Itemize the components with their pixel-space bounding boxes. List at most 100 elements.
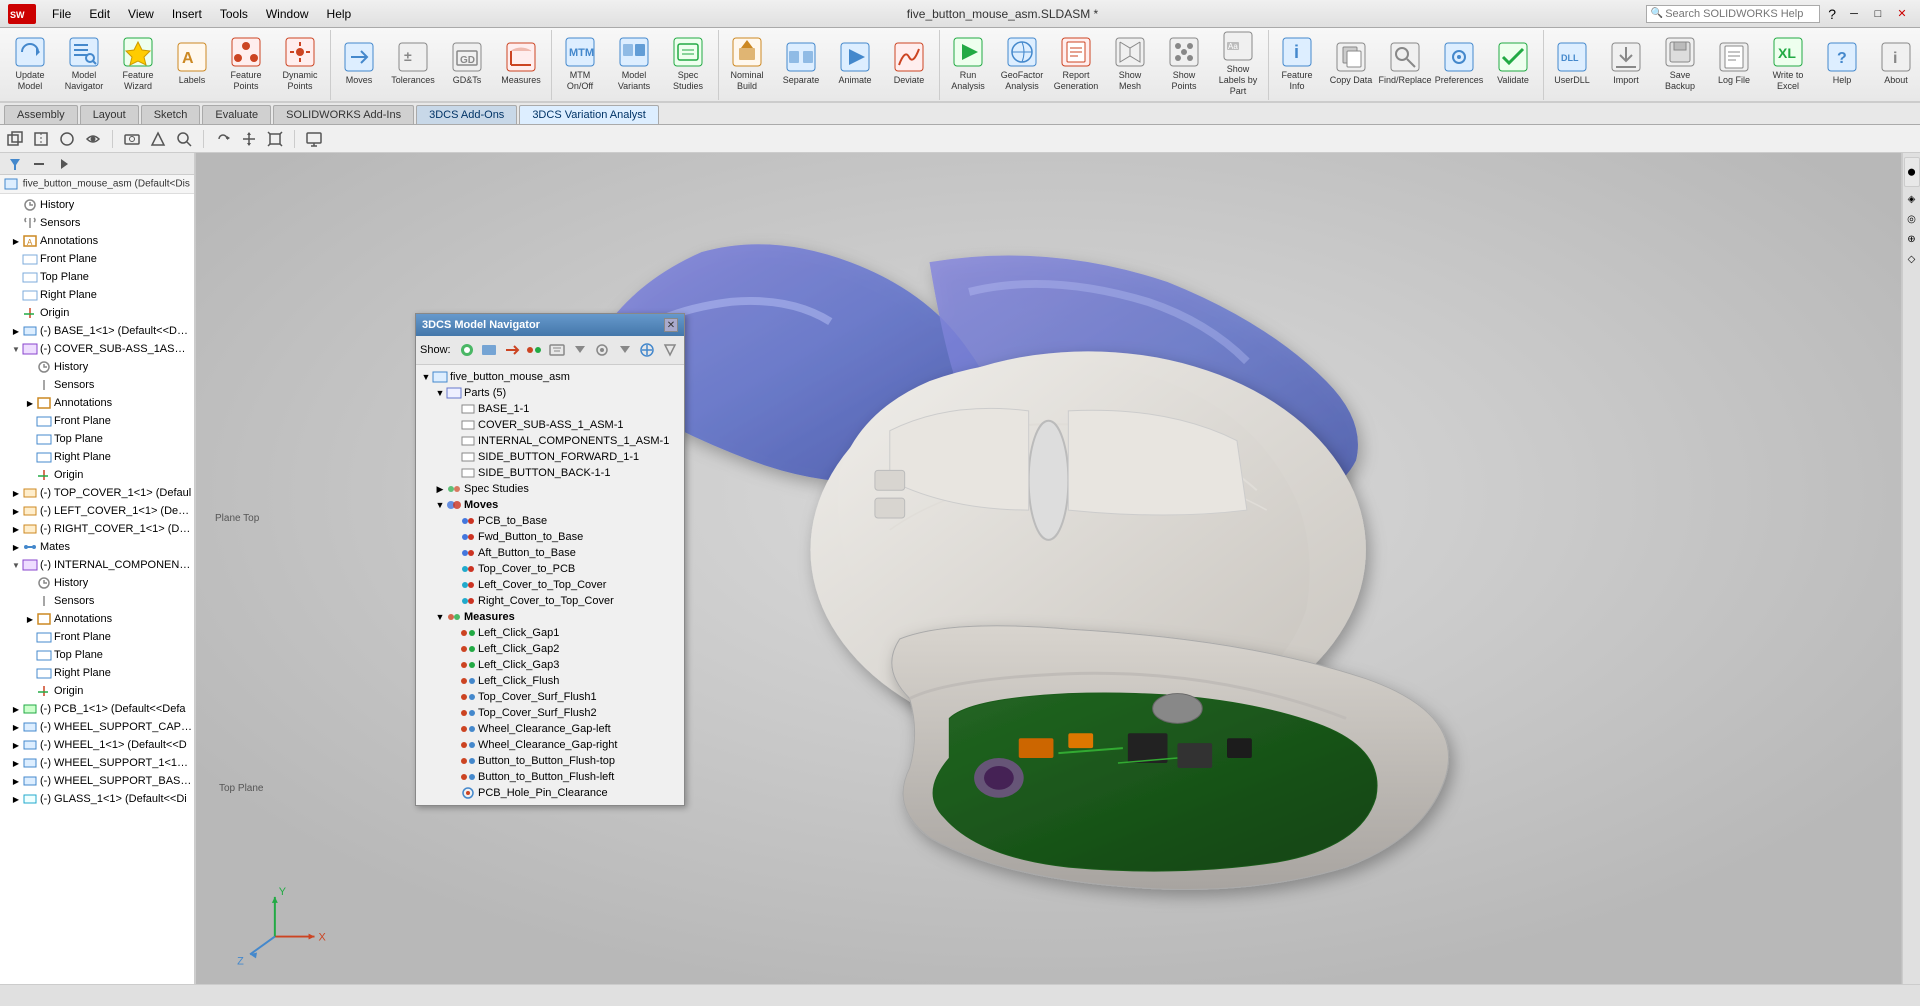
import-button[interactable]: Import — [1600, 30, 1652, 98]
tab-3dcs-addons[interactable]: 3DCS Add-Ons — [416, 105, 517, 124]
menu-file[interactable]: File — [44, 5, 79, 23]
nav-part-side-back[interactable]: SIDE_BUTTON_BACK-1-1 — [420, 465, 680, 481]
geofactor-button[interactable]: GeoFactor Analysis — [996, 30, 1048, 98]
nav-collapse-btn[interactable] — [569, 339, 590, 361]
mtm-button[interactable]: MTM MTM On/Off — [554, 30, 606, 98]
right-panel-btn2[interactable]: ◈ — [1904, 191, 1920, 207]
tree-item-cover-history[interactable]: History — [2, 358, 192, 376]
tree-item-right-plane[interactable]: Right Plane — [2, 286, 192, 304]
tab-evaluate[interactable]: Evaluate — [202, 105, 271, 124]
tree-item-ic-front-plane[interactable]: Front Plane — [2, 628, 192, 646]
view-rotate-button[interactable] — [212, 128, 234, 150]
view-pan-button[interactable] — [238, 128, 260, 150]
log-file-button[interactable]: Log File — [1708, 30, 1760, 98]
tree-item-wheel-support-cap[interactable]: ▶ (-) WHEEL_SUPPORT_CAP_1< — [2, 718, 192, 736]
nav-move-right-cover[interactable]: Right_Cover_to_Top_Cover — [420, 593, 680, 609]
tree-item-ic-top-plane[interactable]: Top Plane — [2, 646, 192, 664]
tree-item-sensors[interactable]: Sensors — [2, 214, 192, 232]
tree-item-ic-annotations[interactable]: ▶ Annotations — [2, 610, 192, 628]
tree-item-top-cover[interactable]: ▶ (-) TOP_COVER_1<1> (Defaul — [2, 484, 192, 502]
right-panel-btn1[interactable]: ⬤ — [1904, 157, 1920, 187]
show-labels-by-part-button[interactable]: Aa Show Labels by Part — [1212, 30, 1264, 98]
nav-measure-wheel-gap-left[interactable]: Wheel_Clearance_Gap-left — [420, 721, 680, 737]
userdll-button[interactable]: DLL UserDLL — [1546, 30, 1598, 98]
nav-show-parts-btn[interactable] — [479, 339, 500, 361]
left-panel-arrow[interactable] — [52, 153, 74, 175]
nominal-build-button[interactable]: Nominal Build — [721, 30, 773, 98]
tree-item-ic-right-plane[interactable]: Right Plane — [2, 664, 192, 682]
view-zoom-button[interactable] — [173, 128, 195, 150]
nav-measure-gap2[interactable]: Left_Click_Gap2 — [420, 641, 680, 657]
right-panel-btn3[interactable]: ◎ — [1904, 211, 1920, 227]
tab-3dcs-variation[interactable]: 3DCS Variation Analyst — [519, 105, 659, 124]
tree-item-internal-components[interactable]: ▼ (-) INTERNAL_COMPONENTS_1_A — [2, 556, 192, 574]
nav-filter-btn[interactable] — [547, 339, 568, 361]
show-points-button[interactable]: Show Points — [1158, 30, 1210, 98]
nav-part-side-fwd[interactable]: SIDE_BUTTON_FORWARD_1-1 — [420, 449, 680, 465]
tab-assembly[interactable]: Assembly — [4, 105, 78, 124]
separate-button[interactable]: Separate — [775, 30, 827, 98]
view-orientation-button[interactable] — [4, 128, 26, 150]
spec-studies-button[interactable]: Spec Studies — [662, 30, 714, 98]
navigator-close-button[interactable]: ✕ — [664, 318, 678, 332]
preferences-button[interactable]: Preferences — [1433, 30, 1485, 98]
nav-measure-surf-flush1[interactable]: Top_Cover_Surf_Flush1 — [420, 689, 680, 705]
nav-part-base[interactable]: BASE_1-1 — [420, 401, 680, 417]
view-section-button[interactable] — [30, 128, 52, 150]
tab-sketch[interactable]: Sketch — [141, 105, 201, 124]
tree-item-cover-top-plane[interactable]: Top Plane — [2, 430, 192, 448]
menu-window[interactable]: Window — [258, 5, 317, 23]
save-backup-button[interactable]: Save Backup — [1654, 30, 1706, 98]
nav-measure-gap3[interactable]: Left_Click_Gap3 — [420, 657, 680, 673]
tree-item-pcb[interactable]: ▶ (-) PCB_1<1> (Default<<Defa — [2, 700, 192, 718]
tree-item-right-cover[interactable]: ▶ (-) RIGHT_COVER_1<1> (Defa — [2, 520, 192, 538]
write-to-excel-button[interactable]: XL Write to Excel — [1762, 30, 1814, 98]
tree-item-wheel-support[interactable]: ▶ (-) WHEEL_SUPPORT_1<1> (E — [2, 754, 192, 772]
deviate-button[interactable]: Deviate — [883, 30, 935, 98]
help-icon[interactable]: ? — [1828, 6, 1836, 22]
gdts-button[interactable]: GD GD&Ts — [441, 30, 493, 98]
nav-root[interactable]: ▼ five_button_mouse_asm — [420, 369, 680, 385]
nav-measure-flush[interactable]: Left_Click_Flush — [420, 673, 680, 689]
tree-item-left-cover[interactable]: ▶ (-) LEFT_COVER_1<1> (Defau — [2, 502, 192, 520]
tree-item-history[interactable]: History — [2, 196, 192, 214]
report-generation-button[interactable]: Report Generation — [1050, 30, 1102, 98]
copy-data-button[interactable]: Copy Data — [1325, 30, 1377, 98]
nav-icon8[interactable] — [637, 339, 658, 361]
tree-item-base[interactable]: ▶ (-) BASE_1<1> (Default<<Default — [2, 322, 192, 340]
nav-parts-section[interactable]: ▼ Parts (5) — [420, 385, 680, 401]
search-input[interactable] — [1665, 8, 1815, 20]
nav-measures-section[interactable]: ▼ Measures — [420, 609, 680, 625]
menu-view[interactable]: View — [120, 5, 162, 23]
tree-item-cover-right-plane[interactable]: Right Plane — [2, 448, 192, 466]
help-button[interactable]: ? Help — [1816, 30, 1868, 98]
tree-item-glass[interactable]: ▶ (-) GLASS_1<1> (Default<<Di — [2, 790, 192, 808]
right-panel-btn4[interactable]: ⊕ — [1904, 231, 1920, 247]
animate-button[interactable]: Animate — [829, 30, 881, 98]
about-button[interactable]: i About — [1870, 30, 1920, 98]
nav-spec-studies[interactable]: ▶ Spec Studies — [420, 481, 680, 497]
nav-measure-wheel-gap-right[interactable]: Wheel_Clearance_Gap-right — [420, 737, 680, 753]
nav-measure-gap1[interactable]: Left_Click_Gap1 — [420, 625, 680, 641]
measures-button[interactable]: Measures — [495, 30, 547, 98]
filter-button[interactable] — [4, 153, 26, 175]
tree-item-cover-sensors[interactable]: Sensors — [2, 376, 192, 394]
tree-item-annotations[interactable]: ▶ A Annotations — [2, 232, 192, 250]
model-variants-button[interactable]: Model Variants — [608, 30, 660, 98]
nav-measure-btn-flush-top[interactable]: Button_to_Button_Flush-top — [420, 753, 680, 769]
nav-measure-surf-flush2[interactable]: Top_Cover_Surf_Flush2 — [420, 705, 680, 721]
labels-button[interactable]: A Labels — [166, 30, 218, 98]
menu-tools[interactable]: Tools — [212, 5, 256, 23]
nav-show-measures-btn[interactable] — [524, 339, 545, 361]
nav-move-left-cover[interactable]: Left_Cover_to_Top_Cover — [420, 577, 680, 593]
nav-measure-btn-flush-left[interactable]: Button_to_Button_Flush-left — [420, 769, 680, 785]
feature-info-button[interactable]: i Feature Info — [1271, 30, 1323, 98]
minimize-button[interactable]: ─ — [1844, 6, 1864, 22]
nav-moves-section[interactable]: ▼ Moves — [420, 497, 680, 513]
view-camera-button[interactable] — [121, 128, 143, 150]
close-button[interactable]: ✕ — [1892, 6, 1912, 22]
validate-button[interactable]: Validate — [1487, 30, 1539, 98]
nav-show-moves-btn[interactable] — [502, 339, 523, 361]
nav-expand-btn[interactable] — [614, 339, 635, 361]
feature-points-button[interactable]: Feature Points — [220, 30, 272, 98]
